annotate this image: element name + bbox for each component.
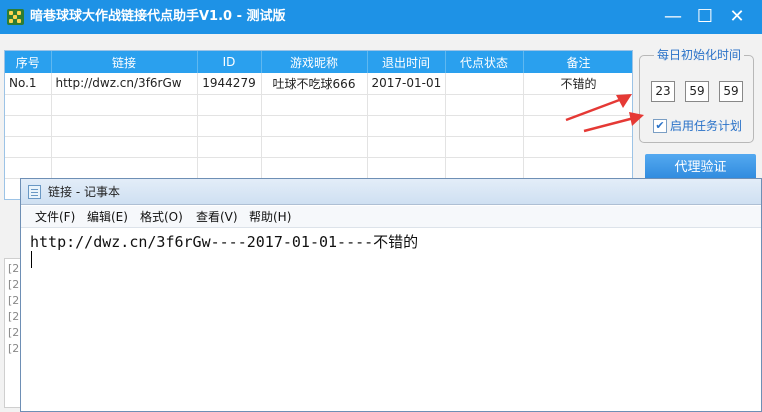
column-header-id[interactable]: ID	[197, 51, 262, 73]
screen: 暗巷球球大作战链接代点助手V1.0 - 测试版 — ☐ ✕ 序号 链接 ID 游…	[0, 0, 762, 412]
app-logo-icon	[7, 9, 24, 25]
notepad-text[interactable]: http://dwz.cn/3f6rGw----2017-01-01----不错…	[30, 232, 418, 252]
cell-nickname: 吐球不吃球666	[261, 73, 368, 95]
notepad-menubar: 文件(F) 编辑(E) 格式(O) 查看(V) 帮助(H)	[21, 206, 761, 228]
menu-view[interactable]: 查看(V)	[196, 209, 238, 225]
hour-input[interactable]: 23	[651, 81, 675, 102]
cell-index: No.1	[5, 73, 52, 95]
init-time-group: 每日初始化时间 23 59 59 ✔ 启用任务计划	[639, 47, 754, 143]
notepad-title: 链接 - 记事本	[48, 185, 120, 199]
empty-table-row	[5, 94, 632, 116]
column-header-nickname[interactable]: 游戏昵称	[261, 51, 368, 73]
empty-table-row	[5, 115, 632, 137]
table-row[interactable]: No.1 http://dwz.cn/3f6rGw 1944279 吐球不吃球6…	[5, 73, 632, 95]
column-header-link[interactable]: 链接	[51, 51, 198, 73]
notepad-titlebar[interactable]: 链接 - 记事本	[21, 179, 761, 205]
empty-table-row	[5, 157, 632, 179]
task-plan-label: 启用任务计划	[670, 119, 743, 133]
log-line: [2	[8, 342, 20, 355]
log-line: [2	[8, 262, 20, 275]
column-header-status[interactable]: 代点状态	[445, 51, 524, 73]
notepad-window: 链接 - 记事本 文件(F) 编辑(E) 格式(O) 查看(V) 帮助(H) h…	[20, 178, 762, 412]
log-line: [2	[8, 310, 20, 323]
column-header-note[interactable]: 备注	[523, 51, 632, 73]
menu-help[interactable]: 帮助(H)	[249, 209, 291, 225]
column-header-exit-time[interactable]: 退出时间	[367, 51, 446, 73]
cell-exit-time: 2017-01-01	[367, 73, 446, 95]
column-header-index[interactable]: 序号	[5, 51, 52, 73]
close-button[interactable]: ✕	[720, 0, 754, 34]
log-line: [2	[8, 294, 20, 307]
second-input[interactable]: 59	[719, 81, 743, 102]
table-header-row: 序号 链接 ID 游戏昵称 退出时间 代点状态 备注	[5, 51, 632, 73]
maximize-button[interactable]: ☐	[688, 0, 722, 34]
task-plan-checkbox[interactable]: ✔	[653, 119, 667, 133]
menu-format[interactable]: 格式(O)	[140, 209, 183, 225]
app-titlebar: 暗巷球球大作战链接代点助手V1.0 - 测试版 — ☐ ✕	[0, 0, 762, 34]
menu-edit[interactable]: 编辑(E)	[87, 209, 128, 225]
menu-file[interactable]: 文件(F)	[35, 209, 75, 225]
minimize-button[interactable]: —	[656, 0, 690, 34]
init-time-title: 每日初始化时间	[654, 47, 745, 63]
cell-status	[445, 73, 524, 95]
log-line: [2	[8, 326, 20, 339]
cell-id: 1944279	[197, 73, 262, 95]
cell-link: http://dwz.cn/3f6rGw	[51, 73, 198, 95]
empty-table-row	[5, 136, 632, 158]
log-line: [2	[8, 278, 20, 291]
text-caret	[31, 251, 32, 268]
app-title: 暗巷球球大作战链接代点助手V1.0 - 测试版	[30, 9, 286, 24]
minute-input[interactable]: 59	[685, 81, 709, 102]
notepad-editor[interactable]: http://dwz.cn/3f6rGw----2017-01-01----不错…	[21, 229, 761, 411]
cell-note: 不错的	[523, 73, 632, 95]
notepad-icon	[28, 185, 41, 199]
